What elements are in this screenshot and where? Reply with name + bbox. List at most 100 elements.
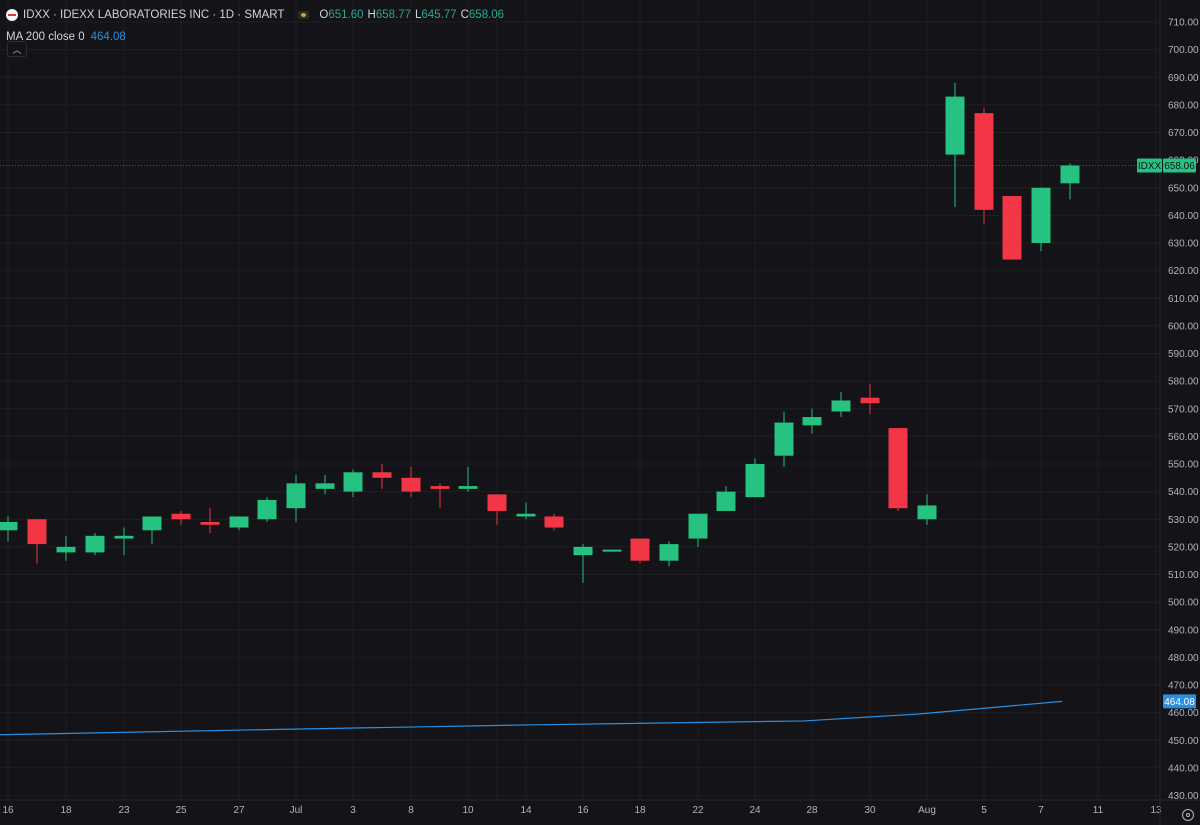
candle-body (659, 544, 679, 561)
candle-body (257, 499, 277, 520)
y-axis-tick-label: 600.00 (1168, 321, 1199, 332)
candle-body (831, 400, 851, 412)
candle-body (401, 477, 421, 492)
x-axis-tick-label: 5 (981, 805, 987, 816)
y-axis-tick-label: 620.00 (1168, 266, 1199, 277)
x-axis-tick-label: 8 (408, 805, 414, 816)
candle-body (200, 522, 220, 525)
y-axis-tick-label: 570.00 (1168, 404, 1199, 415)
y-axis-tick-label: 520.00 (1168, 542, 1199, 553)
x-axis-tick-label: 14 (520, 805, 532, 816)
y-axis-tick-label: 650.00 (1168, 183, 1199, 194)
y-axis-tick-label: 530.00 (1168, 515, 1199, 526)
x-axis-tick-label: 27 (233, 805, 245, 816)
x-axis-tick-label: 24 (749, 805, 761, 816)
y-axis-tick-label: 550.00 (1168, 460, 1199, 471)
x-axis-tick-label: 16 (577, 805, 589, 816)
x-axis-tick-label: 10 (462, 805, 474, 816)
y-axis-tick-label: 500.00 (1168, 598, 1199, 609)
ma-indicator-value: 464.08 (90, 31, 126, 43)
collapse-legend-button[interactable]: ︿ (7, 41, 27, 57)
y-axis-tick-label: 560.00 (1168, 432, 1199, 443)
candle-body (286, 483, 306, 509)
x-axis-tick-label: 11 (1093, 805, 1104, 816)
x-axis-tick-label: 16 (2, 805, 14, 816)
y-axis-tick-label: 490.00 (1168, 625, 1199, 636)
y-axis-tick-label: 480.00 (1168, 653, 1199, 664)
x-axis-tick-label: Aug (918, 805, 936, 816)
chart-settings-icon[interactable] (1182, 809, 1194, 821)
market-status-icon (298, 11, 310, 19)
x-axis-tick-label: 23 (118, 805, 130, 816)
x-axis-tick-label: 7 (1038, 805, 1044, 816)
x-axis-tick-label: 28 (806, 805, 818, 816)
y-axis-tick-label: 450.00 (1168, 736, 1199, 747)
y-axis-tick-label: 710.00 (1168, 18, 1199, 29)
x-axis-tick-label: 25 (175, 805, 187, 816)
candle-body (802, 417, 822, 426)
candle-body (860, 397, 880, 404)
y-axis-tick-label: 700.00 (1168, 45, 1199, 56)
candle-body (229, 516, 249, 528)
candle-body (142, 516, 162, 531)
y-axis-tick-label: 670.00 (1168, 128, 1199, 139)
x-axis-tick-label: 30 (864, 805, 876, 816)
y-axis-tick-label: 680.00 (1168, 100, 1199, 111)
candle-body (917, 505, 937, 520)
candle-body (315, 483, 335, 489)
candle-body (745, 464, 765, 498)
y-axis-tick-label: 640.00 (1168, 211, 1199, 222)
candle-body (688, 513, 708, 539)
chevron-up-icon: ︿ (12, 44, 22, 55)
candle-body (430, 486, 450, 489)
candle-body (945, 96, 965, 155)
candle-body (372, 472, 392, 478)
candle-body (602, 549, 622, 552)
candle-body (716, 491, 736, 511)
candle-body (516, 513, 536, 517)
candle-body (343, 472, 363, 492)
candle-body (974, 113, 994, 210)
candle-body (774, 422, 794, 456)
symbol-title[interactable]: IDXX · IDEXX LABORATORIES INC · 1D · SMA… (23, 8, 284, 22)
candle-body (85, 535, 105, 553)
price-tag-value: 658.06 (1164, 161, 1195, 172)
y-axis-tick-label: 580.00 (1168, 377, 1199, 388)
candle-body (1031, 187, 1051, 243)
y-axis-tick-label: 610.00 (1168, 294, 1199, 305)
candle-body (171, 513, 191, 520)
candle-body (573, 546, 593, 556)
company-logo (6, 9, 18, 21)
close-value: 658.06 (468, 9, 505, 21)
y-axis-tick-label: 630.00 (1168, 239, 1199, 250)
x-axis-tick-label: 18 (634, 805, 646, 816)
candle-body (630, 538, 650, 561)
high-label: H (367, 9, 376, 21)
close-label: C (460, 9, 469, 21)
candle-body (544, 516, 564, 528)
symbol-legend-row: IDXX · IDEXX LABORATORIES INC · 1D · SMA… (6, 8, 508, 22)
x-axis-tick-label: 18 (60, 805, 72, 816)
candle-body (56, 546, 76, 553)
chart-canvas[interactable]: 430.00 440.00 450.00 460.00 470.00 480.00 490.… (0, 0, 1200, 825)
ma-tag-value: 464.08 (1164, 697, 1195, 708)
y-axis-tick-label: 590.00 (1168, 349, 1199, 360)
candle-body (888, 428, 908, 509)
high-value: 658.77 (375, 9, 411, 21)
candle-body (114, 535, 134, 539)
price-chart[interactable]: 430.00440.00450.00460.00470.00480.00490.… (0, 0, 1200, 825)
ma-legend-row: MA 200 close 0 464.08 (6, 30, 508, 44)
open-label: O (319, 9, 329, 21)
chart-legend: IDXX · IDEXX LABORATORIES INC · 1D · SMA… (6, 8, 508, 44)
y-axis-tick-label: 470.00 (1168, 681, 1199, 692)
candle-body (1002, 196, 1022, 260)
y-axis-tick-label: 460.00 (1168, 708, 1199, 719)
x-axis-tick-label: 3 (350, 805, 356, 816)
open-value: 651.60 (328, 9, 364, 21)
y-axis-tick-label: 540.00 (1168, 487, 1199, 498)
symbol-tag-label: IDXX (1138, 161, 1162, 172)
low-value: 645.77 (421, 9, 457, 21)
x-axis-tick-label: 22 (692, 805, 704, 816)
x-axis-tick-label: Jul (290, 805, 303, 816)
y-axis-tick-label: 690.00 (1168, 73, 1199, 84)
